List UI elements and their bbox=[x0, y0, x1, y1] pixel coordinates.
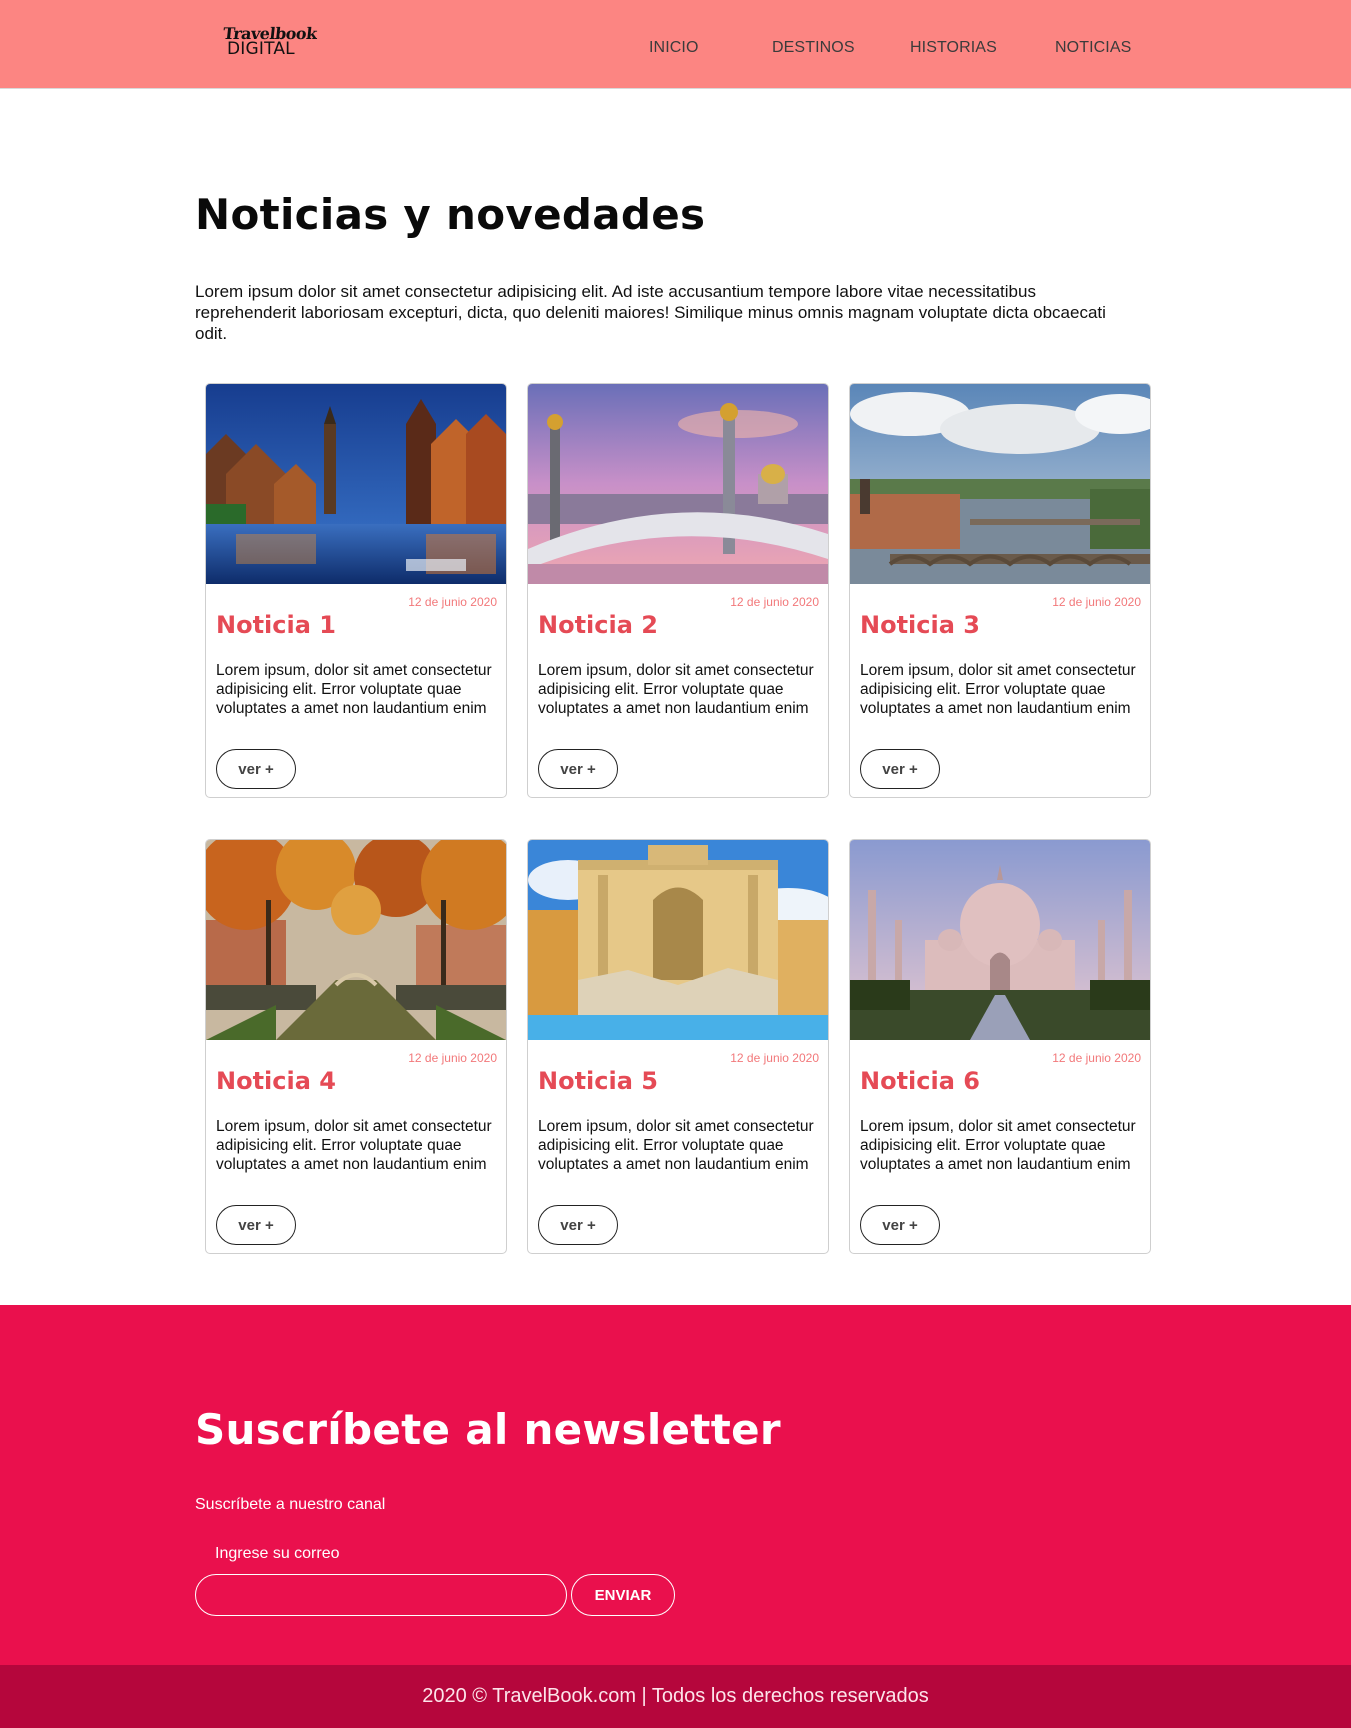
card-more-button[interactable]: ver + bbox=[860, 749, 940, 789]
newsletter-subtitle: Suscríbete a nuestro canal bbox=[195, 1496, 386, 1513]
card-date: 12 de junio 2020 bbox=[1052, 1051, 1141, 1065]
news-card: 12 de junio 2020 Noticia 4 Lorem ipsum, … bbox=[205, 839, 507, 1254]
page-title: Noticias y novedades bbox=[195, 190, 706, 239]
card-date: 12 de junio 2020 bbox=[730, 595, 819, 609]
nav-link-noticias[interactable]: NOTICIAS bbox=[1055, 39, 1131, 57]
card-more-button[interactable]: ver + bbox=[216, 749, 296, 789]
card-image-canal-city bbox=[206, 384, 506, 584]
logo-line-2: DIGITAL bbox=[227, 39, 295, 59]
newsletter-title: Suscríbete al newsletter bbox=[195, 1405, 781, 1454]
card-image-autumn-canal bbox=[206, 840, 506, 1040]
news-card: 12 de junio 2020 Noticia 5 Lorem ipsum, … bbox=[527, 839, 829, 1254]
card-image-bridge bbox=[528, 384, 828, 584]
news-card: 12 de junio 2020 Noticia 1 Lorem ipsum, … bbox=[205, 383, 507, 798]
card-more-button[interactable]: ver + bbox=[538, 749, 618, 789]
email-field[interactable] bbox=[195, 1574, 567, 1616]
card-text: Lorem ipsum, dolor sit amet consectetur … bbox=[860, 662, 1136, 717]
news-card: 12 de junio 2020 Noticia 3 Lorem ipsum, … bbox=[849, 383, 1151, 798]
newsletter-section: Suscríbete al newsletter Suscríbete a nu… bbox=[0, 1305, 1351, 1665]
card-title: Noticia 1 bbox=[216, 611, 336, 639]
news-card: 12 de junio 2020 Noticia 2 Lorem ipsum, … bbox=[527, 383, 829, 798]
card-more-button[interactable]: ver + bbox=[216, 1205, 296, 1245]
card-image-fountain bbox=[528, 840, 828, 1040]
nav-link-historias[interactable]: HISTORIAS bbox=[910, 39, 997, 57]
card-title: Noticia 5 bbox=[538, 1067, 658, 1095]
footer-copyright: 2020 © TravelBook.com | Todos los derech… bbox=[422, 1685, 929, 1707]
email-label: Ingrese su correo bbox=[215, 1545, 340, 1562]
logo-line-1: Travelbook bbox=[222, 24, 318, 43]
site-logo[interactable]: Travelbook DIGITAL bbox=[222, 24, 318, 59]
card-text: Lorem ipsum, dolor sit amet consectetur … bbox=[216, 662, 492, 717]
intro-paragraph: Lorem ipsum dolor sit amet consectetur a… bbox=[195, 282, 1106, 343]
card-image-river-city bbox=[850, 384, 1150, 584]
site-header: Travelbook DIGITAL INICIO DESTINOS HISTO… bbox=[0, 0, 1351, 89]
card-more-button[interactable]: ver + bbox=[538, 1205, 618, 1245]
site-footer: 2020 © TravelBook.com | Todos los derech… bbox=[0, 1665, 1351, 1728]
news-card: 12 de junio 2020 Noticia 6 Lorem ipsum, … bbox=[849, 839, 1151, 1254]
card-text: Lorem ipsum, dolor sit amet consectetur … bbox=[538, 662, 814, 717]
card-date: 12 de junio 2020 bbox=[408, 595, 497, 609]
card-title: Noticia 6 bbox=[860, 1067, 980, 1095]
submit-button[interactable]: ENVIAR bbox=[571, 1574, 675, 1616]
card-title: Noticia 2 bbox=[538, 611, 658, 639]
card-more-button[interactable]: ver + bbox=[860, 1205, 940, 1245]
card-title: Noticia 3 bbox=[860, 611, 980, 639]
nav-link-destinos[interactable]: DESTINOS bbox=[772, 39, 855, 57]
card-image-mausoleum bbox=[850, 840, 1150, 1040]
card-date: 12 de junio 2020 bbox=[408, 1051, 497, 1065]
card-text: Lorem ipsum, dolor sit amet consectetur … bbox=[216, 1118, 492, 1173]
card-title: Noticia 4 bbox=[216, 1067, 336, 1095]
nav-link-inicio[interactable]: INICIO bbox=[649, 39, 699, 57]
card-date: 12 de junio 2020 bbox=[730, 1051, 819, 1065]
card-text: Lorem ipsum, dolor sit amet consectetur … bbox=[860, 1118, 1136, 1173]
card-date: 12 de junio 2020 bbox=[1052, 595, 1141, 609]
card-text: Lorem ipsum, dolor sit amet consectetur … bbox=[538, 1118, 814, 1173]
